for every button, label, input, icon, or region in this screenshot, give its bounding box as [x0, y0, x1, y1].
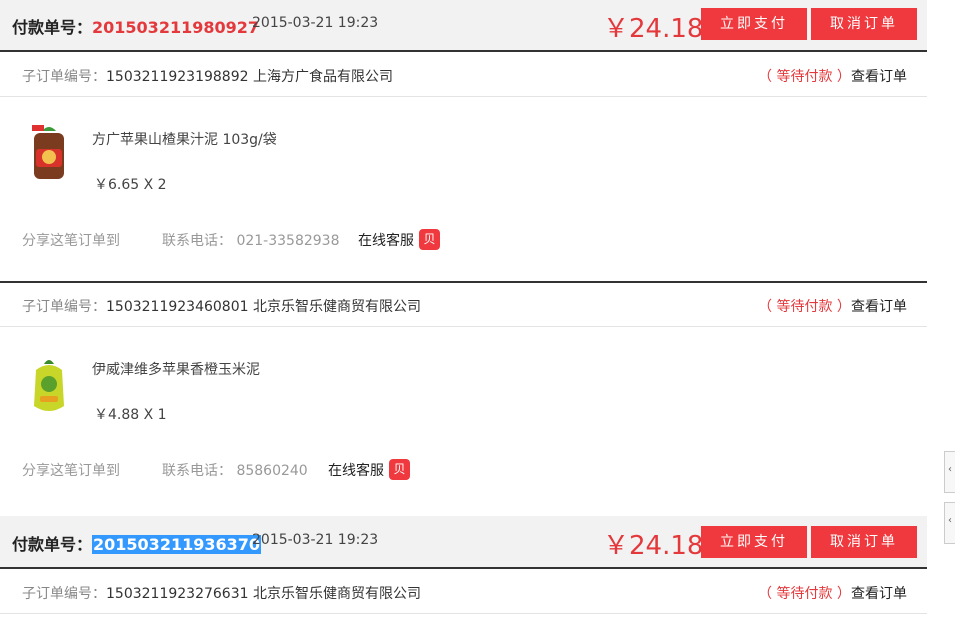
product-price: ￥6.65 X 2	[94, 177, 167, 193]
suborder-label: 子订单编号：1503211923198892 上海方广食品有限公司	[22, 69, 393, 85]
share-label: 分享这笔订单到	[22, 463, 120, 479]
chat-icon[interactable]: 贝	[389, 459, 410, 480]
view-order-link[interactable]: 查看订单	[851, 296, 907, 316]
product-image[interactable]	[26, 123, 72, 185]
product-price: ￥4.88 X 1	[94, 407, 167, 423]
status-badge: （ 等待付款 ）	[758, 299, 851, 315]
order-time: 2015-03-21 19:23	[252, 532, 379, 548]
suborder-number-shop: 1503211923198892 上海方广食品有限公司	[106, 69, 393, 85]
pay-label: 付款单号：201503211980927	[12, 18, 260, 37]
online-service-link[interactable]: 在线客服	[358, 230, 414, 250]
product-name[interactable]: 伊威津维多苹果香橙玉米泥	[92, 359, 260, 379]
order-amount: ￥24.18	[603, 531, 704, 561]
status-badge: （ 等待付款 ）	[758, 586, 851, 602]
suborder-row: 子订单编号：1503211923460801 北京乐智乐健商贸有限公司 （ 等待…	[0, 283, 927, 327]
order-header: 付款单号：201503211936370 2015-03-21 19:23 ￥2…	[0, 516, 927, 569]
pay-label: 付款单号：201503211936370	[12, 535, 262, 554]
view-order-link[interactable]: 查看订单	[851, 583, 907, 603]
order-amount: ￥24.18	[603, 14, 704, 44]
suborder-label: 子订单编号：1503211923276631 北京乐智乐健商贸有限公司	[22, 586, 421, 602]
suborder-row: 子订单编号：1503211923198892 上海方广食品有限公司 （ 等待付款…	[0, 53, 927, 97]
cancel-order-button[interactable]: 取消订单	[811, 8, 917, 40]
chat-icon[interactable]: 贝	[419, 229, 440, 250]
pay-number: 201503211980927	[92, 18, 260, 37]
side-tab[interactable]: ‹	[944, 502, 955, 544]
online-service-link[interactable]: 在线客服	[328, 460, 384, 480]
suborder-row: 子订单编号：1503211923276631 北京乐智乐健商贸有限公司 （ 等待…	[0, 570, 927, 614]
share-label: 分享这笔订单到	[22, 233, 120, 249]
suborder-label: 子订单编号：1503211923460801 北京乐智乐健商贸有限公司	[22, 299, 421, 315]
order-header: 付款单号：201503211980927 2015-03-21 19:23 ￥2…	[0, 0, 927, 52]
cancel-order-button[interactable]: 取消订单	[811, 526, 917, 558]
status-badge: （ 等待付款 ）	[758, 69, 851, 85]
side-tab[interactable]: ‹	[944, 451, 955, 493]
contact-phone: 联系电话： 021-33582938	[162, 233, 340, 249]
suborder-number-shop: 1503211923460801 北京乐智乐健商贸有限公司	[106, 299, 421, 315]
view-order-link[interactable]: 查看订单	[851, 66, 907, 86]
pay-now-button[interactable]: 立即支付	[701, 8, 807, 40]
pay-now-button[interactable]: 立即支付	[701, 526, 807, 558]
product-name[interactable]: 方广苹果山楂果汁泥 103g/袋	[92, 129, 277, 149]
order-time: 2015-03-21 19:23	[252, 15, 379, 31]
chevron-left-icon: ‹	[948, 515, 952, 526]
pay-number: 201503211936370	[92, 535, 262, 554]
contact-phone: 联系电话： 85860240	[162, 463, 308, 479]
suborder-number-shop: 1503211923276631 北京乐智乐健商贸有限公司	[106, 586, 421, 602]
chevron-left-icon: ‹	[948, 464, 952, 475]
product-image[interactable]	[26, 356, 72, 418]
